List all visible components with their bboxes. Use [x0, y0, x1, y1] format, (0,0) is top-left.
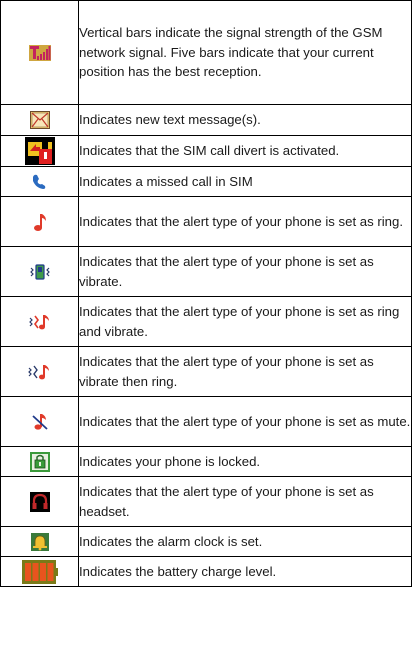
- description-text: Indicates the alarm clock is set.: [78, 526, 412, 557]
- table-row: Indicates that the alert type of your ph…: [0, 396, 412, 447]
- description-text: Indicates that the alert type of your ph…: [78, 246, 412, 297]
- description-text: Indicates the battery charge level.: [78, 556, 412, 587]
- call-divert-icon: [24, 137, 55, 165]
- icon-cell: [0, 246, 79, 297]
- icon-cell: [0, 104, 79, 136]
- description-text: Indicates new text message(s).: [78, 104, 412, 136]
- table-row: Indicates that the alert type of your ph…: [0, 476, 412, 527]
- table-row: Indicates that the alert type of your ph…: [0, 246, 412, 297]
- icon-cell: [0, 526, 79, 557]
- description-text: Indicates that the SIM call divert is ac…: [78, 135, 412, 167]
- description-text: Indicates that the alert type of your ph…: [78, 196, 412, 247]
- alarm-clock-icon: [30, 532, 49, 551]
- missed-call-icon: [32, 174, 45, 189]
- description-text: Indicates your phone is locked.: [78, 446, 412, 477]
- vibrate-icon: [29, 263, 50, 280]
- phone-locked-icon: [29, 451, 50, 472]
- description-text: Vertical bars indicate the signal streng…: [78, 0, 412, 105]
- envelope-icon: [29, 111, 50, 129]
- icon-cell: [0, 476, 79, 527]
- headset-icon: [29, 491, 50, 512]
- ring-and-vibrate-icon: [28, 314, 49, 329]
- description-text: Indicates that the alert type of your ph…: [78, 346, 412, 397]
- mute-icon: [31, 413, 48, 430]
- icon-cell: [0, 396, 79, 447]
- icon-cell: [0, 346, 79, 397]
- description-text: Indicates that the alert type of your ph…: [78, 396, 412, 447]
- table-row: Indicates that the alert type of your ph…: [0, 346, 412, 397]
- table-row: Indicates the alarm clock is set.: [0, 526, 412, 557]
- battery-icon: [21, 559, 58, 584]
- table-row: Indicates new text message(s).: [0, 104, 412, 136]
- ring-icon: [33, 213, 46, 231]
- table-row: Vertical bars indicate the signal streng…: [0, 0, 412, 105]
- description-text: Indicates a missed call in SIM: [78, 166, 412, 197]
- table-row: Indicates the battery charge level.: [0, 556, 412, 587]
- vibrate-then-ring-icon: [27, 364, 49, 379]
- table-row: Indicates your phone is locked.: [0, 446, 412, 477]
- status-icons-table: Vertical bars indicate the signal streng…: [0, 0, 412, 587]
- icon-cell: [0, 196, 79, 247]
- icon-cell: [0, 0, 79, 105]
- table-row: Indicates that the alert type of your ph…: [0, 196, 412, 247]
- icon-cell: [0, 446, 79, 477]
- table-row: Indicates that the alert type of your ph…: [0, 296, 412, 347]
- description-text: Indicates that the alert type of your ph…: [78, 476, 412, 527]
- description-text: Indicates that the alert type of your ph…: [78, 296, 412, 347]
- signal-strength-icon: [28, 44, 51, 61]
- icon-cell: [0, 556, 79, 587]
- icon-cell: [0, 296, 79, 347]
- table-row: Indicates a missed call in SIM: [0, 166, 412, 197]
- icon-cell: [0, 135, 79, 167]
- table-row: Indicates that the SIM call divert is ac…: [0, 135, 412, 167]
- icon-cell: [0, 166, 79, 197]
